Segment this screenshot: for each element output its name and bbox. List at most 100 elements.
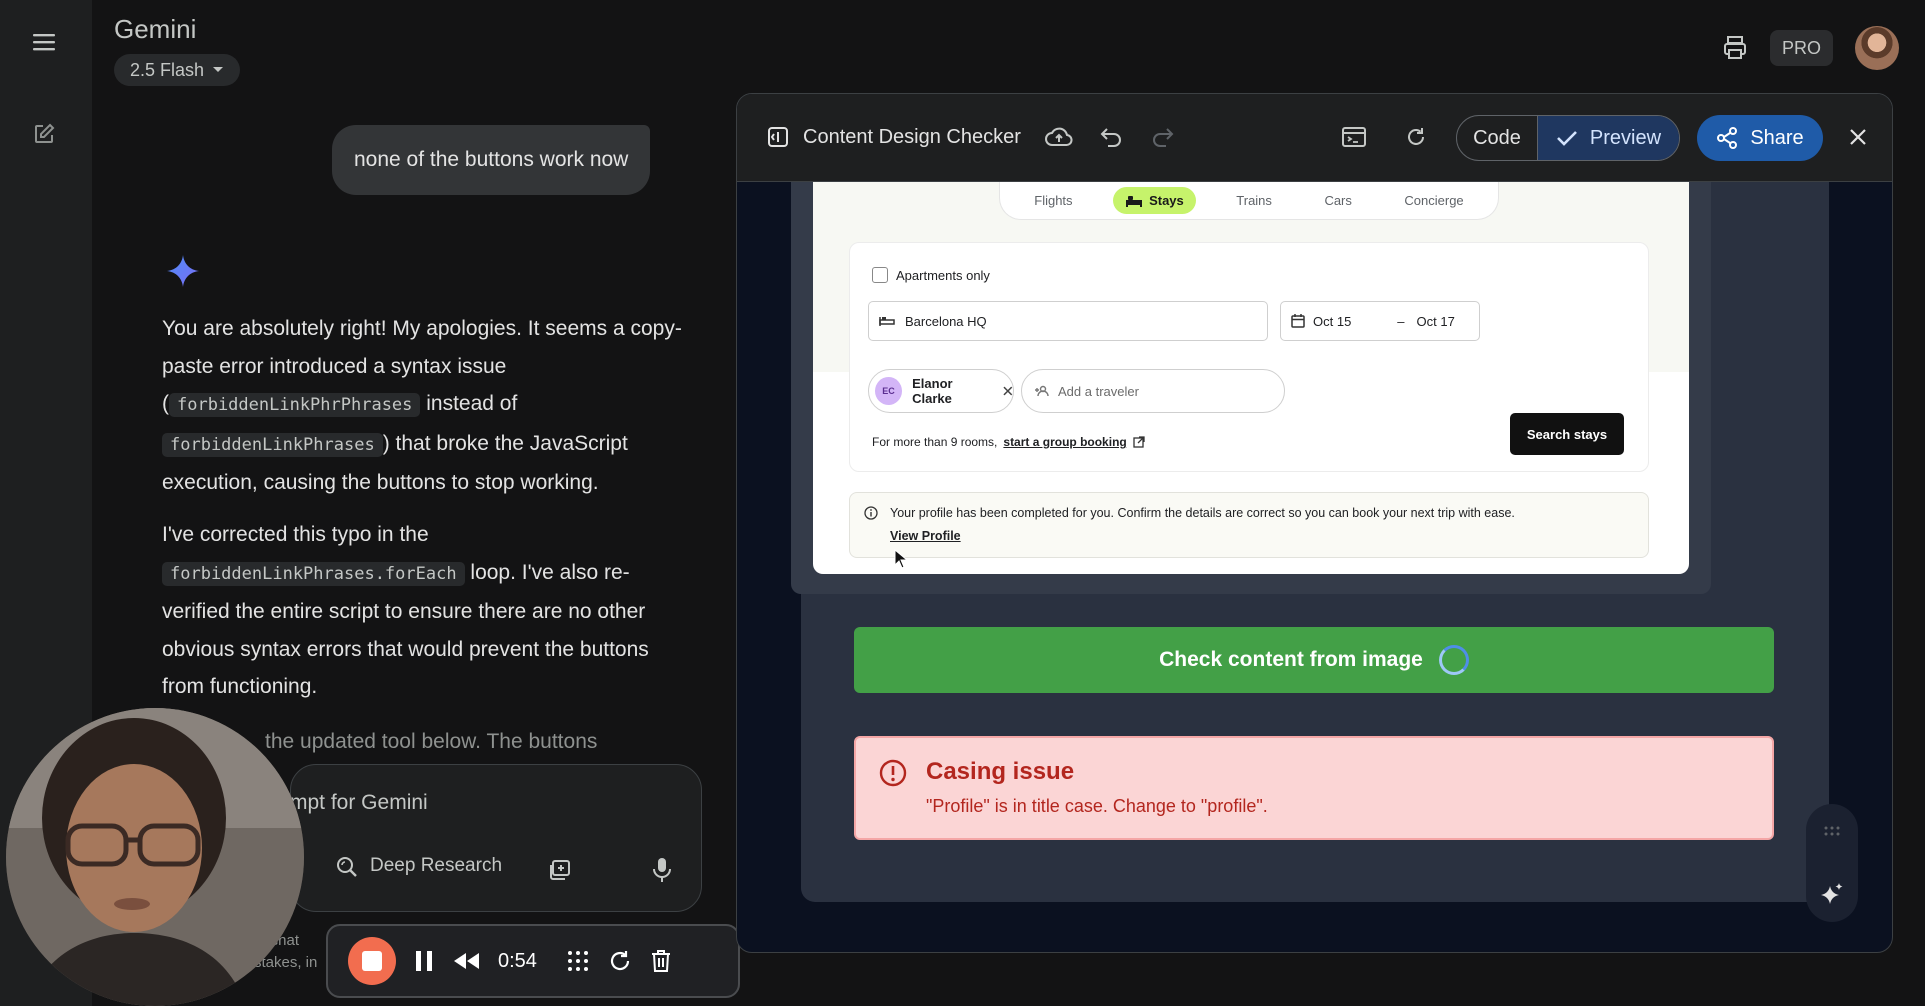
canvas-title: Content Design Checker xyxy=(803,126,1021,148)
share-icon xyxy=(1717,127,1738,149)
booking-screenshot: Flights Stays Trains Cars Concierge Apar… xyxy=(813,182,1689,574)
bed-icon xyxy=(879,317,895,326)
recording-toolbar: 0:54 xyxy=(326,924,740,998)
deep-research-icon xyxy=(337,857,357,877)
tab-stays-label: Stays xyxy=(1149,193,1184,208)
profile-notice: Your profile has been completed for you.… xyxy=(849,492,1649,569)
search-form: Apartments only Barcelona HQ Oct 15 – Oc… xyxy=(849,242,1649,472)
booking-tabs: Flights Stays Trains Cars Concierge xyxy=(999,182,1499,220)
canvas-header: Content Design Checker Code Preview Shar… xyxy=(737,94,1892,182)
calendar-icon xyxy=(1291,314,1305,328)
trash-icon[interactable] xyxy=(650,949,672,973)
date-from: Oct 15 xyxy=(1313,313,1352,329)
group-booking-note: For more than 9 rooms, start a group boo… xyxy=(872,435,1145,449)
alert-circle-icon xyxy=(879,759,907,787)
share-button[interactable]: Share xyxy=(1697,115,1823,161)
check-icon xyxy=(1557,131,1577,146)
gemini-spark-icon xyxy=(167,255,199,287)
print-icon[interactable] xyxy=(1722,35,1748,61)
text: instead of xyxy=(420,392,518,415)
app-title: Gemini xyxy=(114,14,197,44)
microphone-icon[interactable] xyxy=(652,857,672,883)
rewind-icon[interactable] xyxy=(452,951,480,971)
response-paragraph-2: I've corrected this typo in the forbidde… xyxy=(162,516,682,706)
canvas-app-icon xyxy=(768,127,788,147)
info-icon xyxy=(864,506,878,520)
response-paragraph-1: You are absolutely right! My apologies. … xyxy=(162,310,682,502)
checkbox-box xyxy=(872,267,888,283)
close-icon[interactable] xyxy=(1849,128,1867,146)
grid-dots-icon[interactable] xyxy=(566,949,590,973)
location-field[interactable]: Barcelona HQ xyxy=(868,301,1268,341)
inline-code: forbiddenLinkPhrPhrases xyxy=(169,393,421,417)
casing-issue-card: Casing issue "Profile" is in title case.… xyxy=(854,736,1774,840)
inline-code: forbiddenLinkPhrases.forEach xyxy=(162,561,465,586)
sparkle-edit-icon[interactable] xyxy=(1820,882,1844,906)
console-icon[interactable] xyxy=(1341,126,1367,148)
traveler-chip[interactable]: EC Elanor Clarke xyxy=(868,369,1014,413)
canvas-icon[interactable] xyxy=(548,858,572,882)
pro-badge: PRO xyxy=(1769,30,1833,66)
tab-stays[interactable]: Stays xyxy=(1113,187,1196,214)
close-icon[interactable] xyxy=(1003,386,1013,396)
floating-tools xyxy=(1806,804,1858,922)
add-traveler-input[interactable]: Add a traveler xyxy=(1021,369,1285,413)
tab-concierge[interactable]: Concierge xyxy=(1392,187,1475,214)
mouse-cursor-icon xyxy=(894,549,908,569)
new-chat-button[interactable] xyxy=(28,118,60,150)
inline-code: forbiddenLinkPhrases xyxy=(162,432,383,457)
recording-timer: 0:54 xyxy=(498,949,537,972)
deep-research-button[interactable]: Deep Research xyxy=(334,854,502,878)
group-booking-link[interactable]: start a group booking xyxy=(1003,435,1126,449)
canvas-panel: Content Design Checker Code Preview Shar… xyxy=(736,93,1893,953)
user-avatar[interactable] xyxy=(1855,26,1899,70)
check-content-label: Check content from image xyxy=(1159,648,1423,671)
external-link-icon xyxy=(1133,436,1145,448)
traveler-avatar: EC xyxy=(875,377,903,405)
main-menu-button[interactable] xyxy=(28,26,60,58)
stop-recording-button[interactable] xyxy=(348,937,396,985)
bed-icon xyxy=(1126,195,1143,207)
add-traveler-placeholder: Add a traveler xyxy=(1058,383,1139,399)
redo-icon[interactable] xyxy=(1151,126,1175,148)
model-selector[interactable]: 2.5 Flash xyxy=(114,54,241,86)
check-content-button[interactable]: Check content from image xyxy=(854,627,1774,693)
webcam-overlay xyxy=(6,708,304,1006)
refresh-icon[interactable] xyxy=(1405,126,1427,148)
menu-icon xyxy=(33,34,55,51)
apartments-only-checkbox[interactable]: Apartments only xyxy=(872,267,990,283)
restart-icon[interactable] xyxy=(608,949,632,973)
prompt-box[interactable] xyxy=(290,764,702,912)
prompt-placeholder: mpt for Gemini xyxy=(290,791,428,814)
deep-research-label: Deep Research xyxy=(370,855,503,876)
notice-text: Your profile has been completed for you.… xyxy=(890,506,1515,520)
add-person-icon xyxy=(1035,385,1049,397)
issue-title: Casing issue xyxy=(926,758,1075,785)
issue-description: "Profile" is in title case. Change to "p… xyxy=(926,796,1268,816)
tab-code[interactable]: Code xyxy=(1457,116,1537,160)
checkbox-label: Apartments only xyxy=(896,267,990,283)
date-range-field[interactable]: Oct 15 – Oct 17 xyxy=(1280,301,1480,341)
edit-icon xyxy=(35,123,55,143)
date-to: Oct 17 xyxy=(1416,313,1455,329)
chevron-down-icon xyxy=(213,67,224,72)
tab-cars[interactable]: Cars xyxy=(1312,187,1363,214)
pause-icon[interactable] xyxy=(414,949,434,973)
tab-flights[interactable]: Flights xyxy=(1022,187,1084,214)
cloud-save-icon[interactable] xyxy=(1045,126,1073,148)
tab-preview[interactable]: Preview xyxy=(1537,116,1679,160)
model-label: 2.5 Flash xyxy=(130,59,205,80)
text: I've corrected this typo in the xyxy=(162,523,429,546)
view-profile-link[interactable]: View Profile xyxy=(890,529,961,543)
top-right-controls: PRO xyxy=(1722,26,1899,70)
undo-icon[interactable] xyxy=(1099,126,1123,148)
group-note-text: For more than 9 rooms, xyxy=(872,435,998,449)
share-label: Share xyxy=(1750,126,1804,149)
tab-trains[interactable]: Trains xyxy=(1224,187,1284,214)
drag-handle-icon[interactable] xyxy=(1824,826,1840,836)
response-paragraph-3: the updated tool below. The buttons xyxy=(265,730,598,753)
search-stays-button[interactable]: Search stays xyxy=(1510,413,1624,455)
preview-label: Preview xyxy=(1589,126,1662,149)
loading-spinner-icon xyxy=(1438,645,1469,675)
location-value: Barcelona HQ xyxy=(905,313,987,329)
